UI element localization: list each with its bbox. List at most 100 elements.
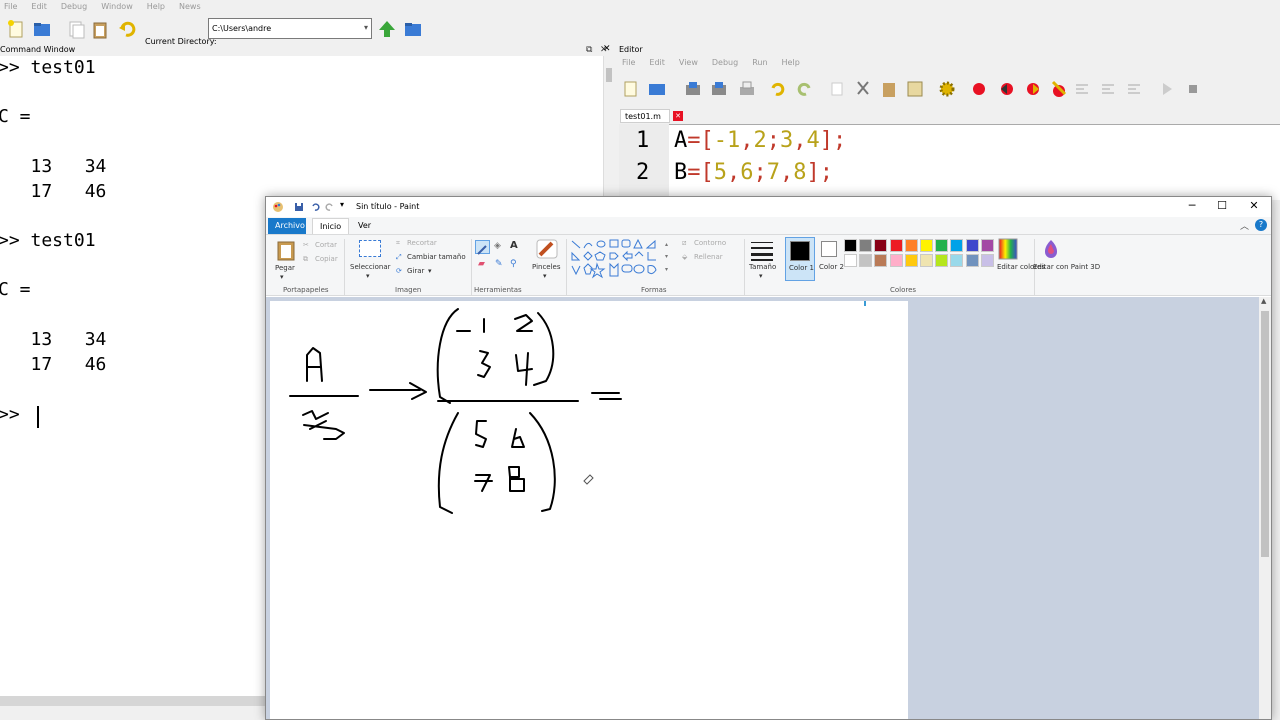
editor-menu-edit[interactable]: Edit xyxy=(649,56,665,70)
cut-button[interactable]: Cortar xyxy=(315,241,337,249)
minimize-icon[interactable]: ─ xyxy=(1177,199,1207,215)
chevron-down-icon[interactable]: ▾ xyxy=(428,267,432,275)
browse-folder-icon[interactable] xyxy=(403,19,423,39)
color2-button[interactable]: Color 2 xyxy=(818,237,844,281)
save-icon[interactable] xyxy=(684,80,702,98)
redo-icon[interactable] xyxy=(325,202,335,212)
horizontal-scrollbar[interactable] xyxy=(0,696,265,706)
undo-icon[interactable] xyxy=(117,19,137,39)
tab-ver[interactable]: Ver xyxy=(351,218,378,234)
new-file-icon[interactable] xyxy=(622,80,640,98)
paste-icon[interactable] xyxy=(880,80,898,98)
color-swatch[interactable] xyxy=(904,239,918,252)
cut-icon[interactable] xyxy=(854,80,872,98)
tab-inicio[interactable]: Inicio xyxy=(312,218,350,234)
paste-button[interactable]: Pegar xyxy=(275,264,295,272)
color-swatch[interactable] xyxy=(950,239,964,252)
editor-menu-debug[interactable]: Debug xyxy=(712,56,738,70)
color-swatch[interactable] xyxy=(859,239,873,252)
fill-icon[interactable]: ◈ xyxy=(494,241,501,251)
color-swatch[interactable] xyxy=(920,254,933,267)
magnifier-icon[interactable]: ⚲ xyxy=(510,259,517,269)
color-swatch[interactable] xyxy=(844,239,857,252)
color-swatch[interactable] xyxy=(889,254,903,267)
copy-button[interactable]: Copiar xyxy=(315,255,338,263)
vertical-scrollbar[interactable]: ▲ xyxy=(1259,297,1271,719)
chevron-down-icon[interactable]: ▾ xyxy=(280,273,284,281)
color-swatch[interactable] xyxy=(874,254,888,267)
menu-help[interactable]: Help xyxy=(147,0,165,14)
menu-file[interactable]: File xyxy=(4,0,17,14)
color-swatch[interactable] xyxy=(935,254,949,267)
resize-button[interactable]: Cambiar tamaño xyxy=(407,253,466,261)
step-out-icon[interactable] xyxy=(1126,80,1144,98)
open-file-icon[interactable] xyxy=(648,80,666,98)
color-swatch[interactable] xyxy=(920,239,933,252)
color-palette[interactable] xyxy=(844,239,996,271)
print-icon[interactable] xyxy=(738,80,756,98)
edit-paint3d-button[interactable]: Editar con Paint 3D xyxy=(1033,263,1100,271)
step-in-icon[interactable] xyxy=(1100,80,1118,98)
scroll-up-icon[interactable]: ▲ xyxy=(1261,297,1266,305)
redo-icon[interactable] xyxy=(796,80,814,98)
paint3d-icon[interactable] xyxy=(1041,238,1061,260)
select-button[interactable]: Seleccionar xyxy=(350,263,391,271)
collapse-ribbon-icon[interactable]: ︿ xyxy=(1240,219,1249,232)
parent-directory-icon[interactable] xyxy=(377,19,397,39)
continue-icon[interactable] xyxy=(1158,80,1176,98)
color-swatch[interactable] xyxy=(935,239,949,252)
copy-icon[interactable] xyxy=(66,19,86,39)
brushes-button[interactable]: Pinceles xyxy=(532,263,561,271)
color-swatch[interactable] xyxy=(980,254,994,267)
size-icon[interactable] xyxy=(750,239,774,261)
scrollbar-thumb[interactable] xyxy=(1261,311,1269,557)
next-breakpoint-icon[interactable] xyxy=(998,80,1016,98)
editor-splitter-scrollbar[interactable] xyxy=(603,56,614,200)
rotate-button[interactable]: Girar xyxy=(407,267,424,275)
remove-breakpoints-icon[interactable] xyxy=(1050,80,1068,98)
editor-menu-help[interactable]: Help xyxy=(782,56,800,70)
undo-icon[interactable] xyxy=(310,202,320,212)
eraser-icon[interactable]: ▰ xyxy=(478,259,485,269)
outline-button[interactable]: Contorno xyxy=(694,239,726,247)
color-swatch[interactable] xyxy=(889,239,903,252)
undock-icon[interactable]: ⧉ xyxy=(586,44,592,56)
chevron-down-icon[interactable]: ▾ xyxy=(543,272,547,280)
close-window-icon[interactable]: ✕ xyxy=(1239,199,1269,215)
copy-icon[interactable] xyxy=(828,80,846,98)
maximize-icon[interactable]: ☐ xyxy=(1207,199,1237,215)
previous-breakpoint-icon[interactable] xyxy=(1024,80,1042,98)
select-icon[interactable] xyxy=(359,240,381,257)
menu-debug[interactable]: Debug xyxy=(61,0,87,14)
chevron-down-icon[interactable]: ▾ xyxy=(366,272,370,280)
close-tab-icon[interactable]: ✕ xyxy=(673,111,683,121)
shapes-gallery[interactable]: ▴ ▾ ▾ xyxy=(570,238,674,280)
color-swatch[interactable] xyxy=(874,239,888,252)
color-swatch[interactable] xyxy=(859,254,873,267)
save-icon[interactable] xyxy=(294,202,304,212)
open-folder-icon[interactable] xyxy=(32,19,52,39)
menu-edit[interactable]: Edit xyxy=(31,0,47,14)
color-swatch[interactable] xyxy=(844,254,857,267)
menu-news[interactable]: News xyxy=(179,0,201,14)
breakpoint-icon[interactable] xyxy=(970,80,988,98)
help-icon[interactable]: ? xyxy=(1255,219,1267,231)
find-icon[interactable] xyxy=(906,80,924,98)
fill-button[interactable]: Rellenar xyxy=(694,253,723,261)
color-swatch[interactable] xyxy=(980,239,994,252)
color1-button[interactable]: Color 1 xyxy=(785,237,815,281)
pencil-icon[interactable] xyxy=(475,240,490,255)
undo-icon[interactable] xyxy=(768,80,786,98)
new-script-icon[interactable] xyxy=(6,19,26,39)
save-as-icon[interactable] xyxy=(710,80,728,98)
editor-tab[interactable]: test01.m ✕ xyxy=(620,109,683,123)
paste-icon[interactable] xyxy=(276,239,296,261)
size-button[interactable]: Tamaño xyxy=(749,263,776,271)
color-swatch[interactable] xyxy=(950,254,964,267)
menu-window[interactable]: Window xyxy=(101,0,133,14)
drawing-canvas[interactable] xyxy=(270,301,908,719)
edit-colors-icon[interactable] xyxy=(998,238,1018,260)
editor-menu-run[interactable]: Run xyxy=(752,56,767,70)
editor-close-icon[interactable]: ✕ xyxy=(603,44,611,54)
color-picker-icon[interactable]: ✎ xyxy=(495,259,503,269)
